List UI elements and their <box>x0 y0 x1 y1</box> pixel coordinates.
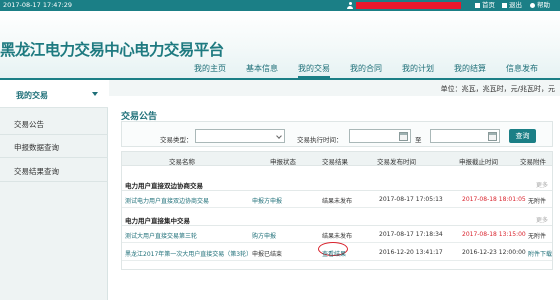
table-row: 测试电力用户直接双边协商交易 申报方申报 结果未发布 2017-08-17 17… <box>122 192 552 208</box>
announcements-table: 交易名称 申报状态 交易结果 交易发布时间 申报截止时间 交易附件 电力用户直接… <box>121 151 553 270</box>
trade-result: 结果未发布 <box>322 198 353 205</box>
more-link[interactable]: 更多 <box>536 180 548 189</box>
nav-my-trades[interactable]: 我的交易 <box>298 63 330 74</box>
nav-my-contracts[interactable]: 我的合同 <box>350 63 382 74</box>
platform-title: 黑龙江电力交易中心电力交易平台 <box>0 41 224 59</box>
calendar-icon[interactable] <box>399 132 408 141</box>
deadline-time: 2017-08-18 18:01:05 <box>462 196 526 203</box>
user-icon <box>347 2 353 9</box>
main-nav: 我的主页 基本信息 我的交易 我的合同 我的计划 我的结算 信息发布 <box>0 63 560 78</box>
col-declare-status: 申报状态 <box>270 158 296 166</box>
nav-my-settlement[interactable]: 我的结算 <box>454 63 486 74</box>
nav-info-release[interactable]: 信息发布 <box>506 63 538 74</box>
exec-time-label: 交易执行时间： <box>297 136 343 144</box>
col-deadline: 申报截止时间 <box>459 158 498 166</box>
col-attachment: 交易附件 <box>520 158 546 166</box>
search-button[interactable]: 查询 <box>509 129 536 143</box>
view-result-link[interactable]: 查看结果 <box>322 249 346 258</box>
home-link[interactable]: 首页 <box>475 0 495 11</box>
current-datetime: 2017-08-17 17:47:29 <box>3 1 73 9</box>
trade-result: 结果未发布 <box>322 233 353 240</box>
trade-type-select[interactable] <box>195 129 285 143</box>
nav-basic-info[interactable]: 基本信息 <box>246 63 278 74</box>
units-text: 单位：兆瓦，兆瓦时，元/兆瓦时，元 <box>440 85 555 93</box>
table-row: 测试大用户直接交易第三轮 购方申报 结果未发布 2017-08-17 17:18… <box>122 227 552 243</box>
attachment-download-link[interactable]: 附件下载 <box>528 249 552 258</box>
col-trade-result: 交易结果 <box>322 158 348 166</box>
sidebar-title: 我的交易 <box>16 91 48 100</box>
redacted-username <box>356 2 461 9</box>
table-row: 黑龙江2017年第一次大用户直接交易（第3轮） 申报已结束 查看结果 2016-… <box>122 242 552 261</box>
deadline-time: 2017-08-18 13:15:00 <box>462 231 526 238</box>
trade-name-link[interactable]: 测试电力用户直接双边协商交易 <box>125 196 263 205</box>
trade-type-label: 交易类型： <box>160 136 193 144</box>
group-title: 电力用户直接双边协商交易 <box>125 182 203 190</box>
nav-my-plans[interactable]: 我的计划 <box>402 63 434 74</box>
start-date-input[interactable] <box>349 129 411 143</box>
declare-status[interactable]: 购方申报 <box>252 231 276 240</box>
chevron-down-icon <box>276 133 282 139</box>
top-bar: 2017-08-17 17:47:29 首页 退出 帮助 <box>0 0 560 11</box>
col-publish-time: 交易发布时间 <box>377 158 416 166</box>
to-label: 至 <box>415 136 422 144</box>
sidebar-item-result-query[interactable]: 交易结果查询 <box>0 160 108 182</box>
sidebar: 我的交易 交易公告 申报数据查询 交易结果查询 <box>0 80 108 300</box>
sidebar-item-announcements[interactable]: 交易公告 <box>0 113 108 135</box>
sidebar-item-label: 交易公告 <box>14 120 44 129</box>
end-date-input[interactable] <box>430 129 500 143</box>
sidebar-item-label: 申报数据查询 <box>14 143 59 152</box>
publish-time: 2017-08-17 17:18:34 <box>379 231 443 238</box>
help-icon <box>530 2 535 8</box>
declare-status[interactable]: 申报方申报 <box>252 196 282 205</box>
header: 黑龙江电力交易中心电力交易平台 我的主页 基本信息 我的交易 我的合同 我的计划… <box>0 11 560 78</box>
units-bar: 单位：兆瓦，兆瓦时，元/兆瓦时，元 <box>109 80 560 96</box>
publish-time: 2016-12-20 13:41:17 <box>379 249 443 256</box>
declare-status: 申报已结束 <box>252 251 283 258</box>
publish-time: 2017-08-17 17:05:13 <box>379 196 443 203</box>
col-trade-name: 交易名称 <box>169 158 195 166</box>
deadline-time: 2016-12-23 12:00:00 <box>462 249 526 256</box>
trade-name-link[interactable]: 测试大用户直接交易第三轮 <box>125 231 250 240</box>
attachment-status: 无附件 <box>528 233 547 240</box>
home-icon <box>475 2 480 8</box>
group-title: 电力用户直接集中交易 <box>125 217 190 225</box>
sidebar-item-label: 交易结果查询 <box>14 167 59 176</box>
calendar-icon[interactable] <box>488 132 497 141</box>
table-group: 电力用户直接集中交易 更多 <box>122 212 552 226</box>
table-header: 交易名称 申报状态 交易结果 交易发布时间 申报截止时间 交易附件 <box>122 152 552 166</box>
sidebar-header[interactable]: 我的交易 <box>0 80 108 108</box>
chevron-down-icon <box>92 92 98 96</box>
logout-link[interactable]: 退出 <box>502 0 522 11</box>
logout-icon <box>502 2 507 8</box>
sidebar-item-declaration-query[interactable]: 申报数据查询 <box>0 136 108 158</box>
nav-my-home[interactable]: 我的主页 <box>194 63 226 74</box>
help-link[interactable]: 帮助 <box>530 0 550 11</box>
attachment-status: 无附件 <box>528 198 547 205</box>
trade-name-link[interactable]: 黑龙江2017年第一次大用户直接交易（第3轮） <box>125 249 250 258</box>
table-group: 电力用户直接双边协商交易 更多 <box>122 177 552 191</box>
more-link[interactable]: 更多 <box>536 215 548 224</box>
